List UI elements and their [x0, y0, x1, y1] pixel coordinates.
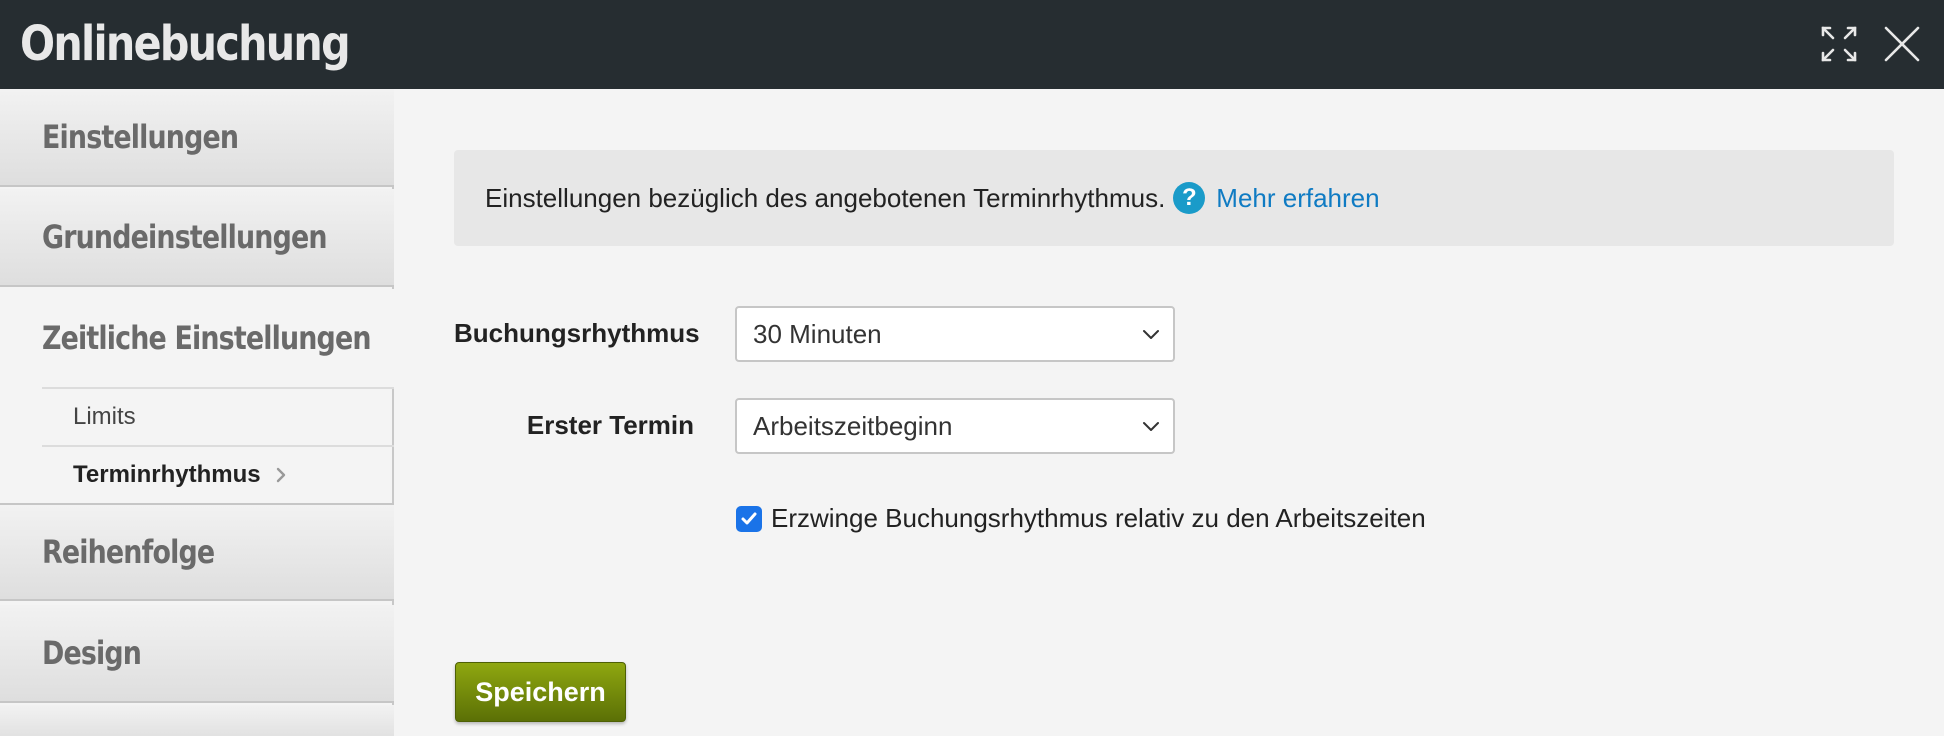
sidebar-item-design[interactable]: Design — [0, 605, 394, 703]
sidebar-item-zeitliche-einstellungen[interactable]: Zeitliche Einstellungen — [0, 289, 394, 387]
close-icon — [1884, 26, 1920, 62]
sidebar-item-label: Reihenfolge — [42, 533, 215, 571]
info-text: Einstellungen bezüglich des angebotenen … — [485, 182, 1166, 213]
checkmark-icon — [741, 512, 757, 525]
expand-icon — [1821, 26, 1857, 62]
app-title: Onlinebuchung — [20, 16, 351, 72]
first-appointment-select[interactable]: Arbeitszeitbeginn — [735, 398, 1175, 454]
sidebar: Einstellungen Grundeinstellungen Zeitlic… — [0, 89, 394, 736]
select-value: Arbeitszeitbeginn — [753, 410, 953, 441]
sidebar-subitem-label: Terminrhythmus — [73, 461, 261, 488]
app-header: Onlinebuchung — [0, 0, 1944, 89]
first-appointment-label: Erster Termin — [526, 410, 694, 440]
sidebar-item-more[interactable] — [0, 705, 394, 736]
sidebar-item-reihenfolge[interactable]: Reihenfolge — [0, 503, 394, 601]
sidebar-item-label: Design — [42, 634, 142, 672]
sidebar-item-label: Einstellungen — [42, 118, 239, 156]
chevron-down-icon — [1143, 330, 1159, 339]
sidebar-subitem-label: Limits — [73, 403, 136, 430]
sidebar-item-grundeinstellungen[interactable]: Grundeinstellungen — [0, 189, 394, 287]
sidebar-item-label: Grundeinstellungen — [42, 218, 328, 256]
info-box: Einstellungen bezüglich des angebotenen … — [454, 150, 1894, 246]
booking-rhythm-label: Buchungsrhythmus — [454, 318, 700, 348]
enforce-rhythm-label[interactable]: Erzwinge Buchungsrhythmus relativ zu den… — [771, 503, 1426, 534]
expand-button[interactable] — [1817, 22, 1861, 66]
learn-more-link[interactable]: Mehr erfahren — [1216, 183, 1379, 214]
sidebar-subitem-terminrhythmus[interactable]: Terminrhythmus — [42, 445, 394, 503]
select-value: 30 Minuten — [753, 318, 882, 349]
chevron-right-icon — [276, 467, 285, 483]
enforce-rhythm-checkbox[interactable] — [736, 506, 762, 532]
save-button[interactable]: Speichern — [455, 662, 626, 722]
sidebar-item-einstellungen[interactable]: Einstellungen — [0, 89, 394, 187]
sidebar-subitem-limits[interactable]: Limits — [42, 387, 394, 445]
chevron-down-icon — [1143, 422, 1159, 431]
booking-rhythm-select[interactable]: 30 Minuten — [735, 306, 1175, 362]
close-button[interactable] — [1880, 22, 1924, 66]
help-icon[interactable]: ? — [1173, 182, 1206, 214]
sidebar-item-label: Zeitliche Einstellungen — [42, 319, 371, 357]
